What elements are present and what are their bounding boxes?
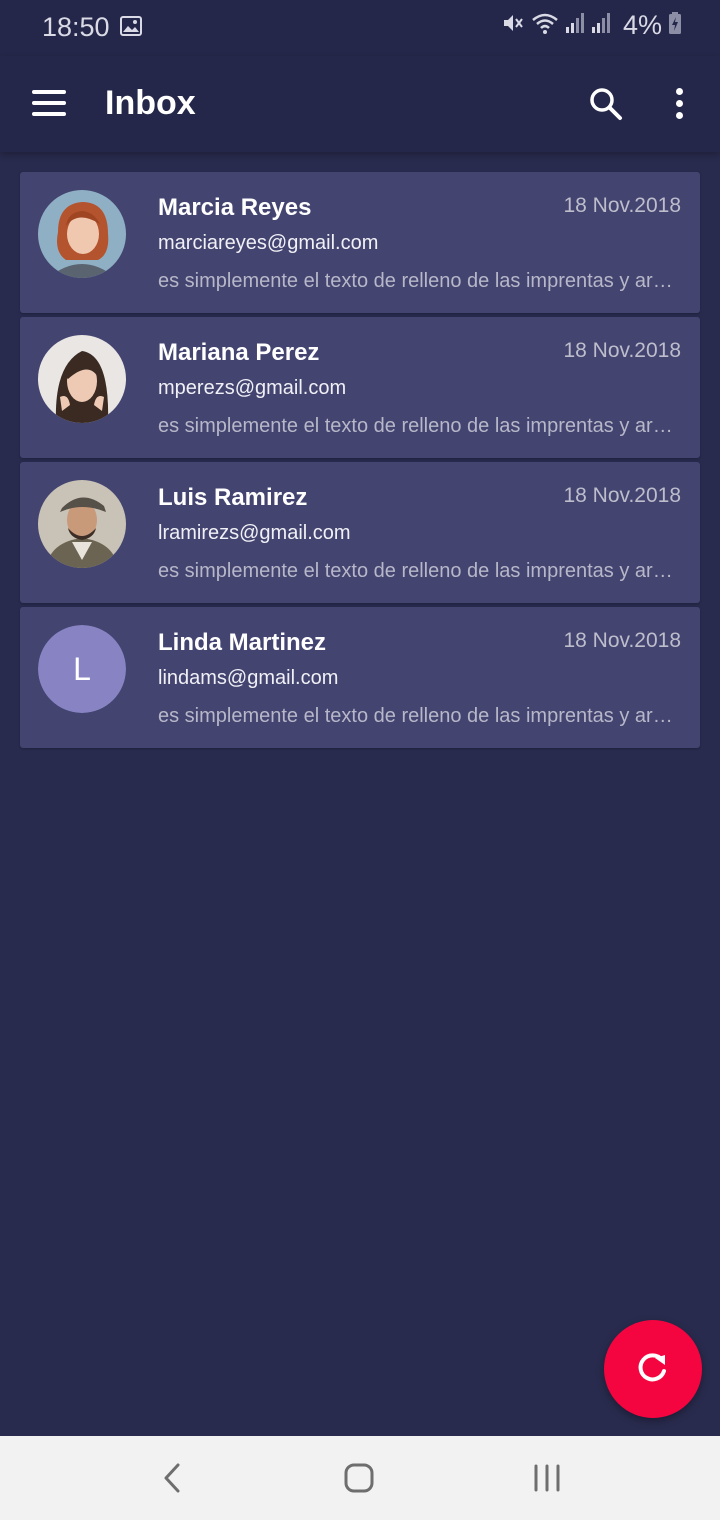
sender-email: marciareyes@gmail.com	[158, 232, 379, 254]
email-date: 18 Nov.2018	[563, 484, 681, 507]
system-nav-bar	[0, 1436, 720, 1520]
refresh-button[interactable]	[604, 1320, 702, 1418]
email-preview: es simplemente el texto de relleno de la…	[158, 560, 682, 582]
status-time: 18:50	[42, 12, 110, 42]
mute-icon	[501, 11, 525, 40]
battery-charging-icon	[668, 11, 682, 40]
signal-icon	[591, 11, 611, 40]
status-bar: 18:50 4%	[0, 0, 720, 56]
battery-text: 4%	[622, 10, 662, 40]
sender-email: lramirezs@gmail.com	[158, 522, 351, 544]
search-icon[interactable]	[588, 86, 624, 127]
email-date: 18 Nov.2018	[563, 629, 681, 652]
home-icon[interactable]	[343, 1462, 375, 1499]
sender-email: mperezs@gmail.com	[158, 377, 347, 399]
email-preview: es simplemente el texto de relleno de la…	[158, 415, 682, 437]
sender-name: Luis Ramirez	[158, 484, 308, 511]
sender-name: Linda Martinez	[158, 629, 327, 656]
more-vert-icon[interactable]	[668, 86, 692, 122]
recents-icon[interactable]	[532, 1464, 562, 1497]
email-item[interactable]: Luis Ramirez 18 Nov.2018 lramirezs@gmail…	[20, 462, 700, 603]
signal-icon	[565, 11, 585, 40]
email-preview: es simplemente el texto de relleno de la…	[158, 705, 682, 727]
email-item[interactable]: Mariana Perez 18 Nov.2018 mperezs@gmail.…	[20, 317, 700, 458]
email-date: 18 Nov.2018	[563, 194, 681, 217]
sender-name: Marcia Reyes	[158, 194, 312, 221]
gallery-icon	[120, 16, 142, 41]
sender-email: lindams@gmail.com	[158, 667, 339, 689]
email-preview: es simplemente el texto de relleno de la…	[158, 270, 682, 292]
wifi-icon	[531, 11, 559, 40]
avatar	[38, 190, 126, 278]
refresh-icon	[635, 1349, 671, 1390]
email-list: Marcia Reyes 18 Nov.2018 marciareyes@gma…	[20, 172, 700, 752]
status-icons: 4%	[501, 10, 682, 41]
email-item[interactable]: L Linda Martinez 18 Nov.2018 lindams@gma…	[20, 607, 700, 748]
menu-icon[interactable]	[32, 90, 66, 116]
email-item[interactable]: Marcia Reyes 18 Nov.2018 marciareyes@gma…	[20, 172, 700, 313]
avatar	[38, 335, 126, 423]
email-date: 18 Nov.2018	[563, 339, 681, 362]
avatar-letter: L	[38, 625, 126, 713]
app-bar: Inbox	[0, 56, 720, 152]
page-title: Inbox	[105, 84, 196, 122]
sender-name: Mariana Perez	[158, 339, 320, 366]
avatar: L	[38, 625, 126, 713]
avatar	[38, 480, 126, 568]
back-icon[interactable]	[160, 1462, 184, 1499]
